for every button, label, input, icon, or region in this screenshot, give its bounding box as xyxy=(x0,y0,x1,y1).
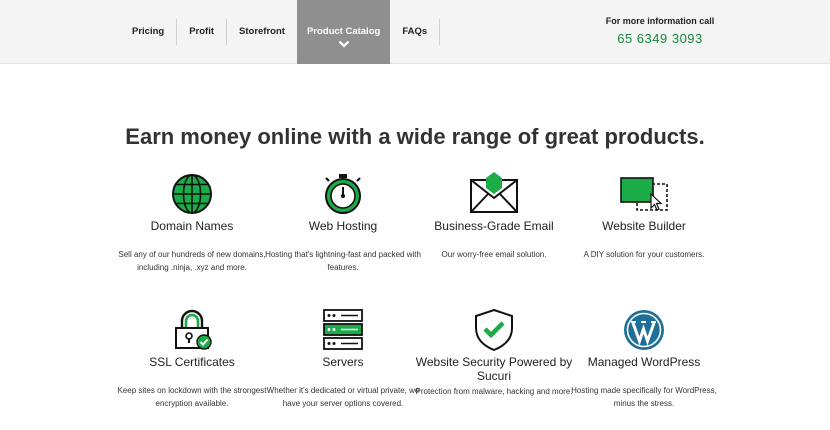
product-title: Website Security Powered by Sucuri xyxy=(415,355,573,383)
product-title: Managed WordPress xyxy=(587,355,701,369)
nav-pricing[interactable]: Pricing xyxy=(120,0,176,64)
product-desc: Our worry-free email solution. xyxy=(441,250,547,259)
stopwatch-icon xyxy=(325,174,361,214)
nav-product-catalog[interactable]: Product Catalog xyxy=(296,0,391,64)
product-title: Website Builder xyxy=(602,219,686,233)
product-title: Domain Names xyxy=(150,219,234,233)
product-managed-wordpress[interactable]: Managed WordPress Hosting made specifica… xyxy=(564,308,724,410)
nav-faqs[interactable]: FAQs xyxy=(390,0,439,64)
product-web-hosting[interactable]: Web Hosting Hosting that's lightning-fas… xyxy=(263,172,423,274)
product-desc: A DIY solution for your customers. xyxy=(583,250,705,259)
nav-label: Profit xyxy=(189,26,215,37)
nav-label: Product Catalog xyxy=(306,26,381,37)
nav-divider xyxy=(439,19,441,45)
product-desc: Whether it's dedicated or virtual privat… xyxy=(266,386,420,408)
nav-storefront[interactable]: Storefront xyxy=(227,0,297,64)
padlock-icon xyxy=(175,309,212,350)
contact-label: For more information call xyxy=(605,16,715,26)
nav-label: Storefront xyxy=(239,26,285,37)
shield-check-icon xyxy=(475,308,513,352)
contact-phone-link[interactable]: 65 6349 3093 xyxy=(575,31,745,46)
product-title: Servers xyxy=(322,355,364,369)
nav-label: Pricing xyxy=(132,26,165,37)
chevron-down-icon xyxy=(338,40,349,48)
nav-profit[interactable]: Profit xyxy=(177,0,226,64)
contact-info: For more information call 65 6349 3093 xyxy=(575,16,745,46)
wordpress-icon xyxy=(624,310,664,350)
product-desc: Hosting that's lightning-fast and packed… xyxy=(265,250,421,272)
page-headline: Earn money online with a wide range of g… xyxy=(125,124,705,149)
product-website-builder[interactable]: Website Builder A DIY solution for your … xyxy=(564,172,724,261)
main-nav: Pricing Profit Storefront Product Catalo… xyxy=(120,0,441,64)
product-desc: Hosting made specifically for WordPress,… xyxy=(571,386,717,408)
website-builder-icon xyxy=(620,177,668,211)
envelope-icon xyxy=(470,172,518,213)
product-title: Business-Grade Email xyxy=(434,219,554,233)
product-desc: Sell any of our hundreds of new domains,… xyxy=(118,250,266,272)
product-title: SSL Certificates xyxy=(149,355,235,369)
product-business-email[interactable]: Business-Grade Email Our worry-free emai… xyxy=(414,172,574,261)
product-desc: Keep sites on lockdown with the stronges… xyxy=(117,386,267,408)
globe-icon xyxy=(172,174,212,214)
product-website-security[interactable]: Website Security Powered by Sucuri Prote… xyxy=(414,308,574,398)
product-ssl-certificates[interactable]: SSL Certificates Keep sites on lockdown … xyxy=(112,308,272,410)
product-domain-names[interactable]: Domain Names Sell any of our hundreds of… xyxy=(112,172,272,274)
product-servers[interactable]: Servers Whether it's dedicated or virtua… xyxy=(263,308,423,410)
site-header: Pricing Profit Storefront Product Catalo… xyxy=(0,0,830,64)
server-rack-icon xyxy=(323,309,363,350)
product-title: Web Hosting xyxy=(308,219,378,233)
product-desc: Protection from malware, hacking and mor… xyxy=(415,387,573,396)
nav-label: FAQs xyxy=(402,26,428,37)
